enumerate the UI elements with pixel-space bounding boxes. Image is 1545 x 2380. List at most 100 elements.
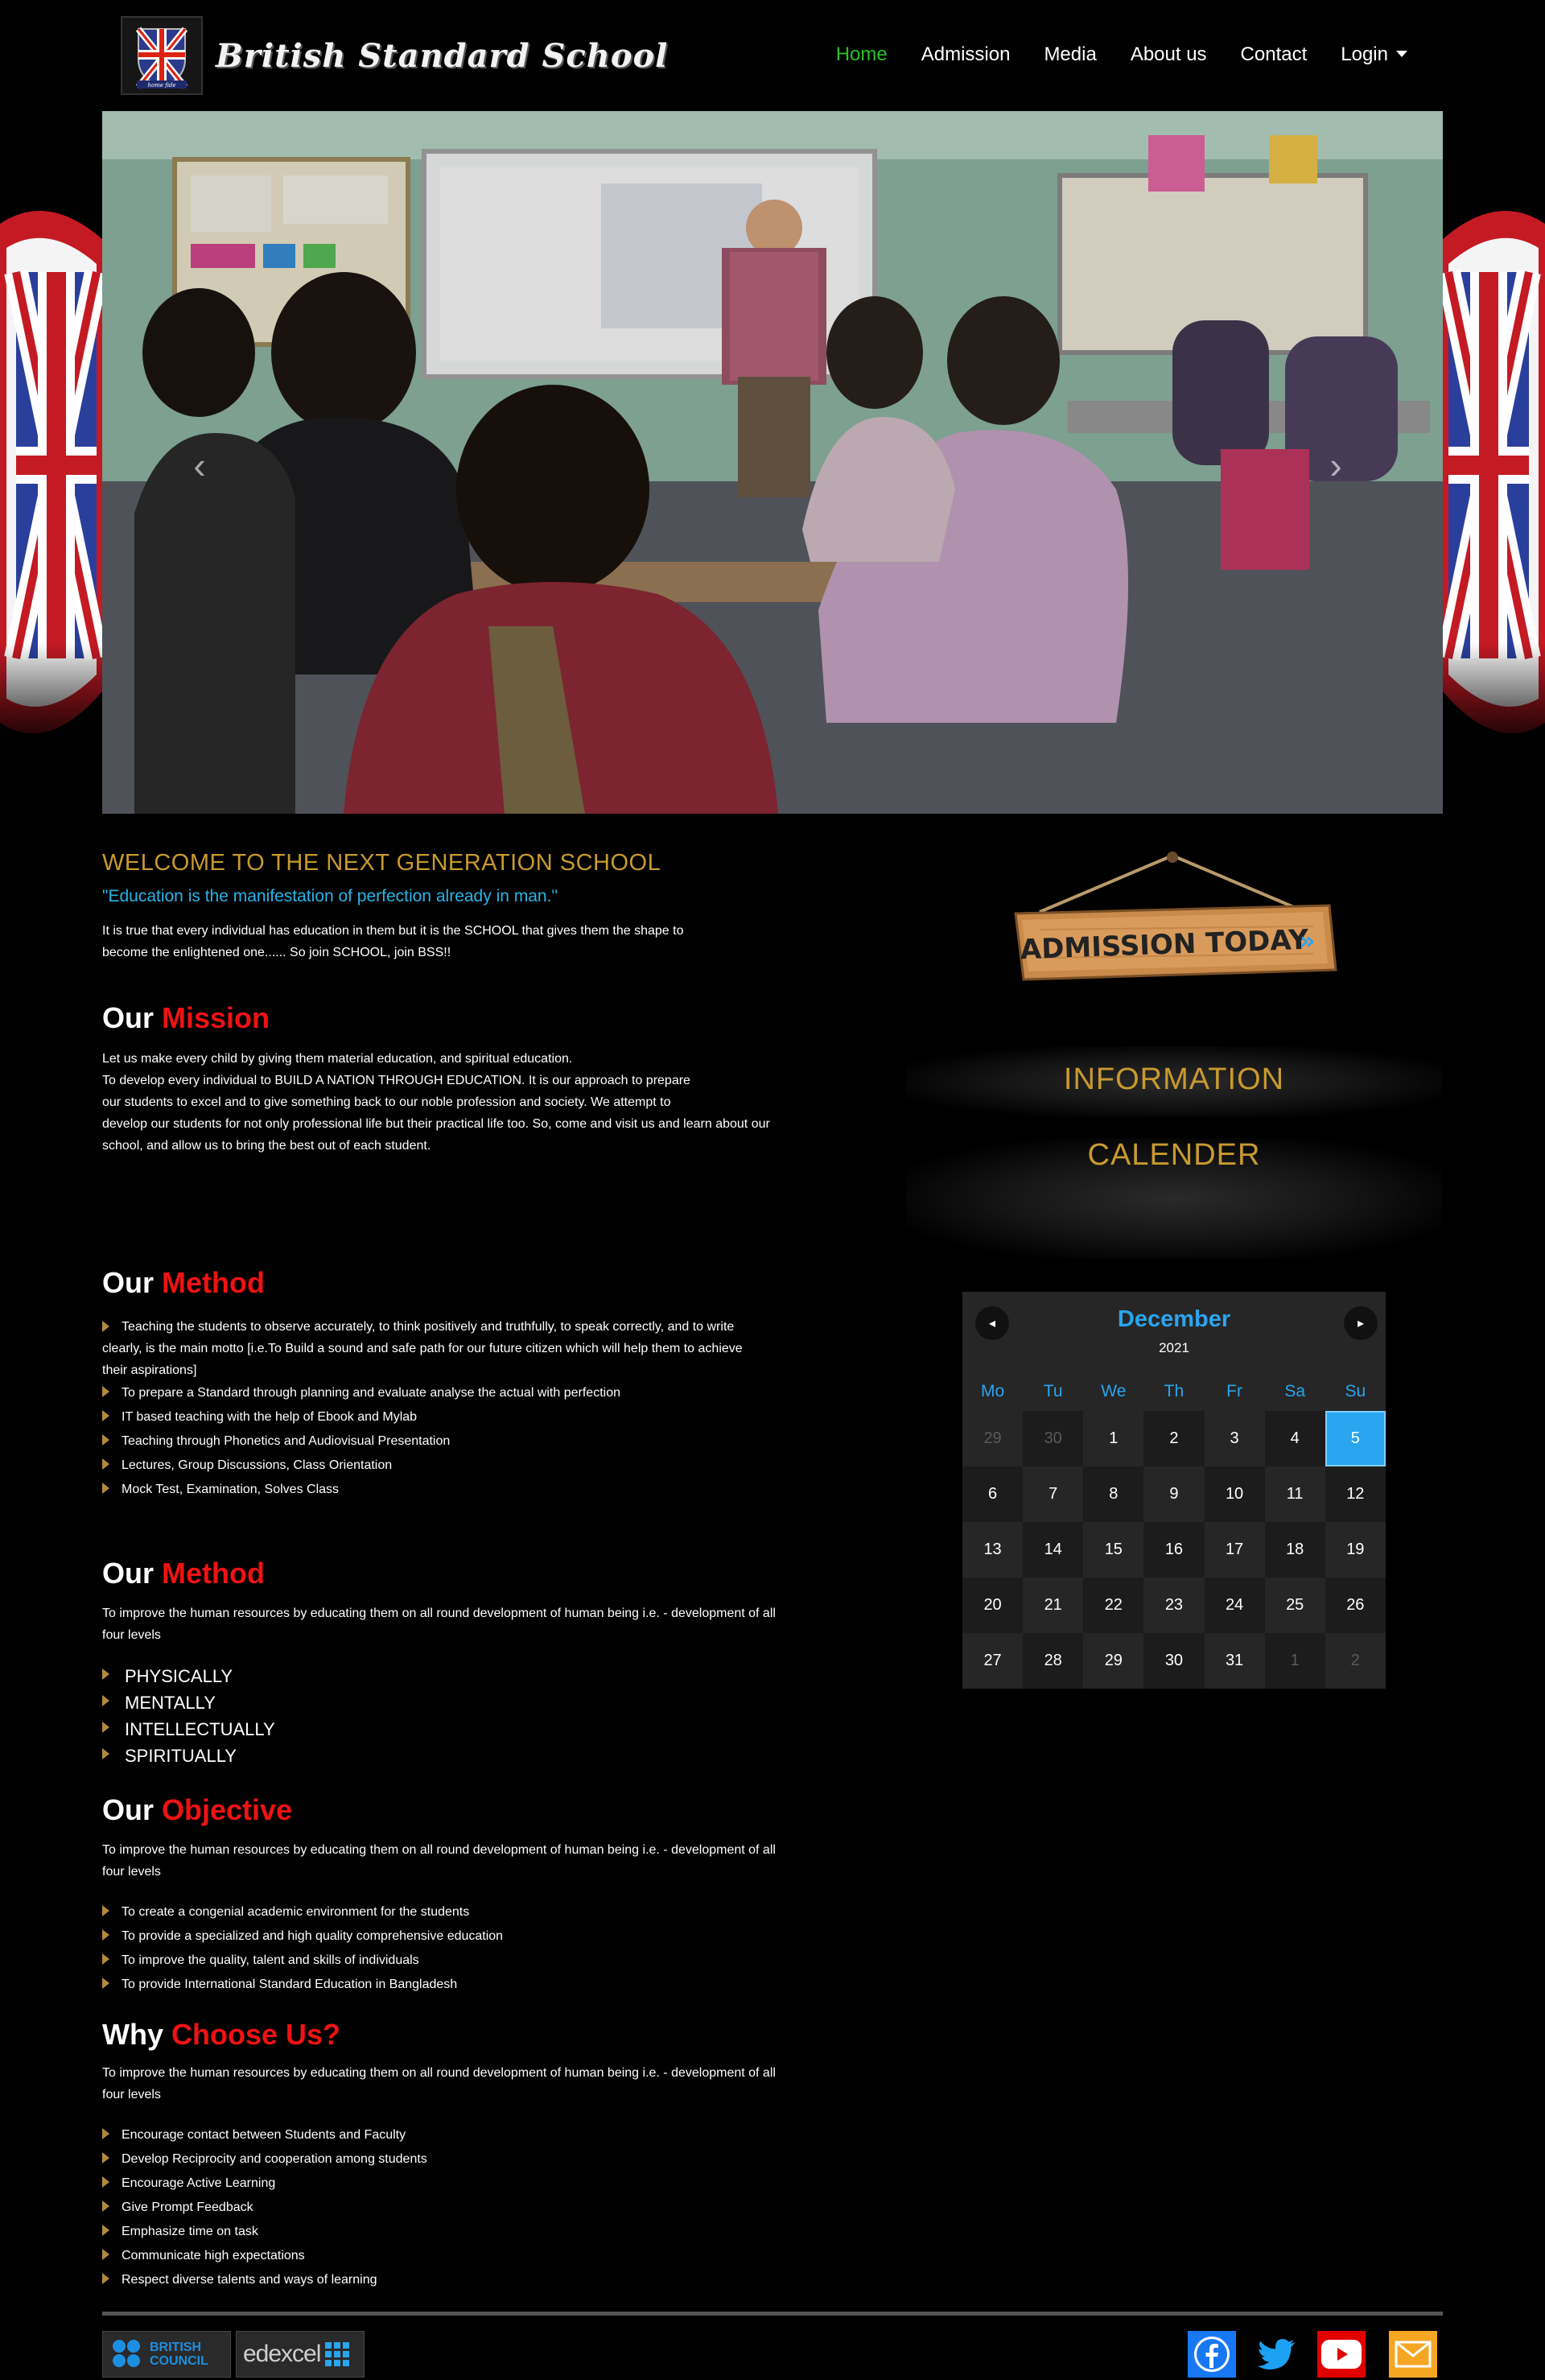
carousel-prev-button[interactable]: ‹	[183, 441, 216, 489]
british-council-logo[interactable]: BRITISH COUNCIL	[102, 2331, 231, 2378]
intro-line: To improve the human resources by educat…	[102, 1607, 776, 1620]
weekday-label: Mo	[980, 1382, 1005, 1400]
nav-admission[interactable]: Admission	[904, 37, 1028, 72]
edexcel-logo[interactable]: edexcel	[236, 2331, 365, 2378]
mission-line: develop our students for not only profes…	[102, 1117, 770, 1131]
calendar-day[interactable]: 6	[962, 1466, 1024, 1522]
calendar-day[interactable]: 30	[1023, 1411, 1084, 1466]
mission-line: To develop every individual to BUILD A N…	[102, 1074, 690, 1087]
calendar-day[interactable]: 1	[1083, 1411, 1143, 1466]
calendar-day[interactable]: 10	[1204, 1466, 1265, 1522]
calendar-day[interactable]: 26	[1325, 1578, 1386, 1633]
calendar-day-grid: 29 30 1 2 3 4 5 6 7 8 9 10 11 12 13 14 15 16 17 18 19 20 21 22 2…	[962, 1411, 1386, 1689]
mission-line: our students to excel and to give someth…	[102, 1095, 671, 1109]
crest-tagline: home fide	[147, 82, 175, 89]
why-item: Encourage Active Learning	[102, 2172, 427, 2196]
calendar-day[interactable]: 22	[1083, 1578, 1144, 1633]
welcome-title: WELCOME TO THE NEXT GENERATION SCHOOL	[102, 850, 661, 876]
calendar-day[interactable]: 24	[1204, 1578, 1265, 1633]
email-icon[interactable]	[1389, 2331, 1437, 2378]
why-item: Give Prompt Feedback	[102, 2196, 427, 2220]
mission-line: Let us make every child by giving them m…	[102, 1052, 573, 1066]
intro-line: To improve the human resources by educat…	[102, 2066, 776, 2080]
method-heading-accent: Method	[162, 1266, 265, 1299]
carousel-next-button[interactable]: ›	[1320, 441, 1352, 489]
nav-home[interactable]: Home	[819, 37, 904, 72]
calendar-label: CALENDER	[1087, 1138, 1261, 1172]
calendar-day[interactable]: 1	[1264, 1633, 1325, 1689]
mission-heading-plain: Our	[102, 1001, 163, 1034]
objective-heading: Our Objective	[102, 1793, 292, 1827]
calendar-day[interactable]: 21	[1023, 1578, 1083, 1633]
objective-heading-plain: Our	[102, 1793, 163, 1826]
method-item-line: their aspirations]	[102, 1363, 197, 1377]
weekday-label: Su	[1345, 1382, 1366, 1400]
objective-intro: To improve the human resources by educat…	[102, 1839, 875, 1883]
level-item: INTELLECTUALLY	[102, 1716, 275, 1743]
calendar-next-month-button[interactable]: ▸	[1344, 1306, 1378, 1340]
classroom-photo	[102, 111, 1443, 814]
calendar-header: ◂ December 2021 ▸	[962, 1292, 1386, 1371]
weekday-label: Sa	[1284, 1382, 1306, 1400]
calendar-day[interactable]: 20	[962, 1578, 1024, 1633]
twitter-icon[interactable]	[1252, 2331, 1300, 2378]
why-item: Encourage contact between Students and F…	[102, 2123, 427, 2147]
calendar-day[interactable]: 31	[1205, 1633, 1265, 1689]
edexcel-text: edexcel	[243, 2341, 321, 2367]
calendar-day[interactable]: 3	[1205, 1411, 1265, 1466]
method-item: IT based teaching with the help of Ebook…	[102, 1405, 875, 1429]
calendar-day[interactable]: 27	[962, 1633, 1023, 1689]
calendar-day-today[interactable]: 5	[1325, 1411, 1386, 1466]
calendar-day[interactable]: 9	[1143, 1466, 1204, 1522]
calendar-day[interactable]: 8	[1083, 1466, 1144, 1522]
intro-line: four levels	[102, 2088, 161, 2102]
information-banner[interactable]: INFORMATION	[906, 1046, 1442, 1117]
calendar-day[interactable]: 28	[1023, 1633, 1084, 1689]
calendar-widget: ◂ December 2021 ▸ Mo Tu We Th Fr Sa Su 2…	[962, 1292, 1386, 1689]
calendar-day[interactable]: 2	[1143, 1411, 1205, 1466]
brand-name: British Standard School	[216, 36, 669, 75]
method-item-line: Teaching the students to observe accurat…	[122, 1320, 735, 1334]
levels-list: PHYSICALLY MENTALLY INTELLECTUALLY SPIRI…	[102, 1663, 275, 1769]
method-levels-intro: To improve the human resources by educat…	[102, 1602, 875, 1646]
calendar-day[interactable]: 2	[1325, 1633, 1386, 1689]
brand[interactable]: home fide British Standard School	[121, 16, 668, 95]
method-item: Mock Test, Examination, Solves Class	[102, 1478, 875, 1502]
calendar-banner: CALENDER	[906, 1138, 1442, 1259]
calendar-day[interactable]: 13	[962, 1522, 1023, 1578]
why-item: Develop Reciprocity and cooperation amon…	[102, 2147, 427, 2172]
calendar-day[interactable]: 17	[1205, 1522, 1265, 1578]
admission-today-sign[interactable]: ADMISSION TODAY »	[991, 849, 1353, 990]
calendar-day[interactable]: 23	[1143, 1578, 1204, 1633]
intro-line: To improve the human resources by educat…	[102, 1843, 776, 1857]
mission-line: school, and allow us to bring the best o…	[102, 1139, 431, 1153]
nav-login-label: Login	[1341, 43, 1388, 65]
facebook-icon[interactable]	[1188, 2331, 1236, 2378]
weekday-label: Th	[1164, 1382, 1184, 1400]
nav-about-us[interactable]: About us	[1114, 37, 1224, 72]
calendar-day[interactable]: 16	[1143, 1522, 1205, 1578]
calendar-day[interactable]: 19	[1325, 1522, 1386, 1578]
calendar-day[interactable]: 25	[1265, 1578, 1325, 1633]
calendar-day[interactable]: 18	[1264, 1522, 1325, 1578]
calendar-day[interactable]: 15	[1083, 1522, 1143, 1578]
double-chevron-right-icon: »	[1300, 927, 1315, 955]
mission-heading: Our Mission	[102, 1001, 270, 1035]
calendar-day[interactable]: 29	[1083, 1633, 1143, 1689]
main-nav: Home Admission Media About us Contact Lo…	[819, 37, 1424, 72]
mission-heading-accent: Mission	[162, 1001, 270, 1034]
nav-media[interactable]: Media	[1027, 37, 1113, 72]
method-item: To prepare a Standard through planning a…	[102, 1381, 875, 1405]
why-list: Encourage contact between Students and F…	[102, 2123, 427, 2292]
nav-login-dropdown[interactable]: Login	[1324, 37, 1424, 72]
calendar-day[interactable]: 14	[1023, 1522, 1084, 1578]
calendar-day[interactable]: 11	[1265, 1466, 1325, 1522]
calendar-day[interactable]: 29	[962, 1411, 1023, 1466]
calendar-day[interactable]: 7	[1023, 1466, 1083, 1522]
calendar-day[interactable]: 4	[1264, 1411, 1325, 1466]
calendar-day[interactable]: 12	[1325, 1466, 1386, 1522]
nav-contact[interactable]: Contact	[1224, 37, 1325, 72]
union-jack-shield-left	[0, 192, 109, 755]
youtube-icon[interactable]	[1317, 2331, 1366, 2378]
calendar-day[interactable]: 30	[1143, 1633, 1205, 1689]
